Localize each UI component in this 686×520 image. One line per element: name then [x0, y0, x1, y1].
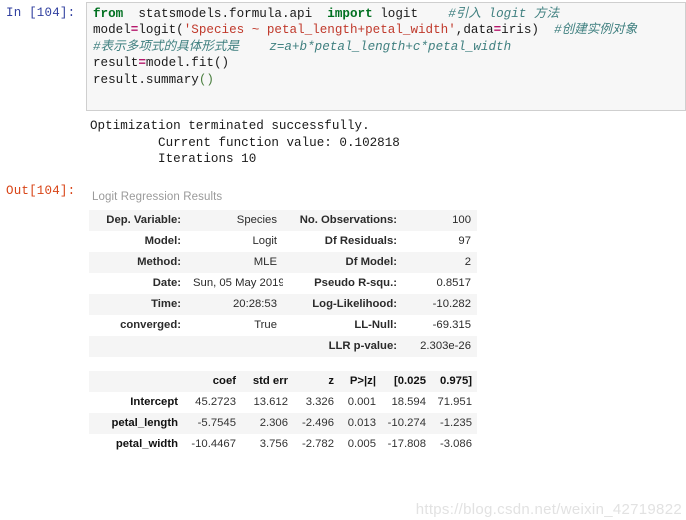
coef-value: 45.2723	[183, 392, 241, 413]
coef-p-value: 0.005	[339, 434, 381, 455]
code-var-model: model	[93, 23, 131, 38]
coef-column-header	[89, 371, 183, 392]
coefficients-table-head: coef std err z P>|z| [0.025 0.975]	[89, 371, 477, 392]
coef-column-header: coef	[183, 371, 241, 392]
out-prompt-label: Out[104]:	[6, 184, 76, 198]
code-parens-summary: ()	[198, 72, 214, 87]
code-editor-area[interactable]: from statsmodels.formula.api import logi…	[86, 2, 686, 111]
coef-std-err: 3.756	[241, 434, 293, 455]
coef-ci-upper: 71.951	[431, 392, 477, 413]
table-row: petal_length -5.7545 2.306 -2.496 0.013 -10.2…	[89, 413, 477, 434]
in-prompt-label: In [104]:	[6, 6, 76, 20]
table-header-row: coef std err z P>|z| [0.025 0.975]	[89, 371, 477, 392]
coefficients-table-body: Intercept 45.2723 13.612 3.326 0.001 18.594 71…	[89, 392, 477, 455]
info-value-right: -69.315	[403, 315, 477, 336]
coef-term-name: petal_length	[89, 413, 183, 434]
info-label-right: Pseudo R-squ.:	[283, 273, 403, 294]
code-keyword-from: from	[93, 7, 124, 21]
coef-column-header: P>|z|	[339, 371, 381, 392]
info-value-right: -10.282	[403, 294, 477, 315]
code-var-result: result	[93, 56, 139, 71]
code-formula-string: 'Species ~ petal_length+petal_width'	[183, 23, 456, 38]
coef-ci-lower: -10.274	[381, 413, 431, 434]
code-call-logit: logit(	[138, 23, 184, 38]
table-separator	[89, 357, 477, 371]
info-label-right: No. Observations:	[283, 210, 403, 231]
info-value-left	[187, 336, 283, 357]
coef-term-name: petal_width	[89, 434, 183, 455]
watermark-text: https://blog.csdn.net/weixin_42719822	[415, 501, 682, 518]
coef-ci-upper: -1.235	[431, 413, 477, 434]
info-value-left: True	[187, 315, 283, 336]
table-row: LLR p-value: 2.303e-26	[89, 336, 477, 357]
coef-column-header: 0.975]	[431, 371, 477, 392]
coef-value: -10.4467	[183, 434, 241, 455]
coef-z-value: -2.496	[293, 413, 339, 434]
table-row: Dep. Variable: Species No. Observations: 10…	[89, 210, 477, 231]
code-module-path: statsmodels.formula.api	[123, 7, 328, 21]
code-comment-line2: #创建实例对象	[538, 23, 638, 38]
code-call-summary: result.summary	[93, 72, 199, 87]
code-assign-op-4: =	[138, 56, 146, 71]
code-comment-line3: #表示多项式的具体形式是 z=a+b*petal_length+c*petal_…	[93, 39, 512, 54]
info-label-right: LL-Null:	[283, 315, 403, 336]
coef-p-value: 0.001	[339, 392, 381, 413]
coefficients-table: coef std err z P>|z| [0.025 0.975] Intercept 4…	[89, 371, 477, 455]
table-row: petal_width -10.4467 3.756 -2.782 0.005 -17.8…	[89, 434, 477, 455]
coef-p-value: 0.013	[339, 413, 381, 434]
coef-std-err: 2.306	[241, 413, 293, 434]
code-call-fit: model.fit()	[145, 56, 230, 71]
info-label-left: Dep. Variable:	[89, 210, 187, 231]
results-caption: Logit Regression Results	[92, 191, 223, 203]
table-row: Intercept 45.2723 13.612 3.326 0.001 18.594 71…	[89, 392, 477, 413]
info-value-left: 20:28:53	[187, 294, 283, 315]
info-label-left: Model:	[89, 231, 187, 252]
coef-column-header: [0.025	[381, 371, 431, 392]
coef-term-name: Intercept	[89, 392, 183, 413]
code-comment-line1: #引入 logit 方法	[418, 7, 560, 21]
code-kwarg-value-iris: iris)	[501, 23, 539, 38]
table-row: Method: MLE Df Model: 2	[89, 252, 477, 273]
model-info-table: Dep. Variable: Species No. Observations: 10…	[89, 210, 477, 357]
info-value-left: Logit	[187, 231, 283, 252]
coef-z-value: -2.782	[293, 434, 339, 455]
coef-ci-lower: -17.808	[381, 434, 431, 455]
regression-results-output: Logit Regression Results Dep. Variable: S…	[89, 191, 477, 455]
info-value-left: MLE	[187, 252, 283, 273]
coef-column-header: std err	[241, 371, 293, 392]
stdout-output: Optimization terminated successfully. Cu…	[90, 119, 400, 167]
info-label-right: Df Residuals:	[283, 231, 403, 252]
code-keyword-import: import	[327, 7, 373, 21]
info-label-right: LLR p-value:	[283, 336, 403, 357]
info-label-left: Time:	[89, 294, 187, 315]
table-row: Date: Sun, 05 May 2019 Pseudo R-squ.: 0.851…	[89, 273, 477, 294]
table-row: converged: True LL-Null: -69.315	[89, 315, 477, 336]
table-row: Time: 20:28:53 Log-Likelihood: -10.282	[89, 294, 477, 315]
info-value-right: 2.303e-26	[403, 336, 477, 357]
info-label-left: Date:	[89, 273, 187, 294]
coef-std-err: 13.612	[241, 392, 293, 413]
coef-ci-lower: 18.594	[381, 392, 431, 413]
info-value-right: 100	[403, 210, 477, 231]
coef-ci-upper: -3.086	[431, 434, 477, 455]
info-label-right: Log-Likelihood:	[283, 294, 403, 315]
info-value-right: 2	[403, 252, 477, 273]
table-row: Model: Logit Df Residuals: 97	[89, 231, 477, 252]
code-imported-name: logit	[372, 7, 419, 21]
coef-column-header: z	[293, 371, 339, 392]
info-label-left	[89, 336, 187, 357]
info-value-right: 97	[403, 231, 477, 252]
info-value-left: Sun, 05 May 2019	[187, 273, 283, 294]
model-info-table-body: Dep. Variable: Species No. Observations: 10…	[89, 210, 477, 357]
coef-value: -5.7545	[183, 413, 241, 434]
info-value-left: Species	[187, 210, 283, 231]
code-kwarg-data: ,data	[455, 23, 494, 38]
coef-z-value: 3.326	[293, 392, 339, 413]
info-label-right: Df Model:	[283, 252, 403, 273]
info-label-left: Method:	[89, 252, 187, 273]
info-label-left: converged:	[89, 315, 187, 336]
code-source[interactable]: from statsmodels.formula.api import logi…	[87, 3, 685, 88]
info-value-right: 0.8517	[403, 273, 477, 294]
